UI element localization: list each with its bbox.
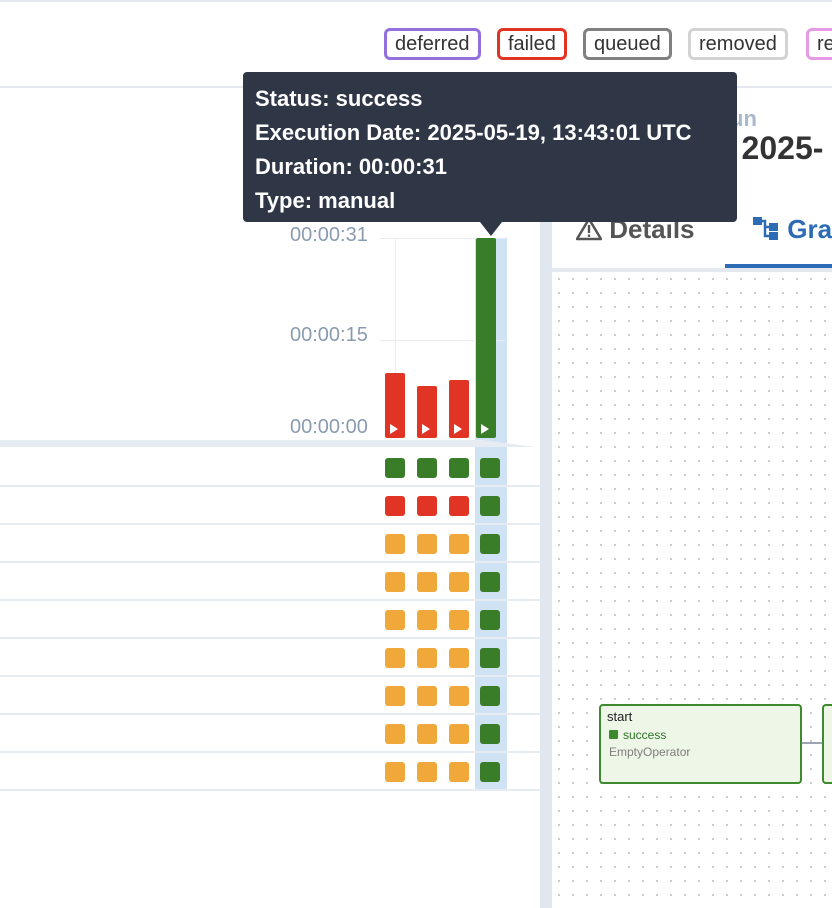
- graph-node-start[interactable]: start success EmptyOperator: [599, 704, 802, 784]
- task-instance-square[interactable]: [449, 610, 469, 630]
- legend-queued[interactable]: queued: [583, 28, 672, 60]
- task-instance-square[interactable]: [417, 572, 437, 592]
- task-row-divider: [0, 713, 540, 715]
- task-instance-square[interactable]: [417, 762, 437, 782]
- axis-label-mid: 00:00:15: [290, 324, 368, 346]
- task-instance-square[interactable]: [417, 496, 437, 516]
- task-instance-square[interactable]: [385, 496, 405, 516]
- axis-label-bottom: 00:00:00: [290, 416, 368, 438]
- legend-failed[interactable]: failed: [497, 28, 567, 60]
- run-bar-3[interactable]: [449, 380, 469, 438]
- task-instance-square[interactable]: [449, 762, 469, 782]
- task-row-divider: [0, 637, 540, 639]
- tooltip-type: Type: manual: [255, 188, 396, 213]
- task-row-divider: [0, 789, 540, 791]
- task-instance-square[interactable]: [385, 648, 405, 668]
- task-instance-square[interactable]: [417, 724, 437, 744]
- node-operator: EmptyOperator: [609, 745, 691, 759]
- task-instance-square[interactable]: [417, 686, 437, 706]
- task-instance-square[interactable]: [385, 762, 405, 782]
- task-instance-square[interactable]: [417, 534, 437, 554]
- task-instance-square[interactable]: [449, 572, 469, 592]
- tooltip-arrow: [480, 222, 502, 236]
- task-instance-square[interactable]: [385, 724, 405, 744]
- graph-edge: [802, 742, 824, 744]
- task-instance-square[interactable]: [449, 686, 469, 706]
- task-instance-square[interactable]: [417, 458, 437, 478]
- graph-node-next[interactable]: [822, 704, 832, 784]
- task-instance-square[interactable]: [385, 534, 405, 554]
- task-instance-square[interactable]: [417, 610, 437, 630]
- task-row-divider: [0, 599, 540, 601]
- task-row-divider: [0, 485, 540, 487]
- task-instance-square[interactable]: [385, 610, 405, 630]
- task-instance-square[interactable]: [449, 496, 469, 516]
- task-instance-square[interactable]: [385, 686, 405, 706]
- node-state-indicator: [609, 730, 618, 739]
- task-instance-square[interactable]: [480, 572, 500, 592]
- task-instance-square[interactable]: [385, 572, 405, 592]
- play-icon: [422, 424, 430, 434]
- graph-icon: [753, 217, 778, 240]
- run-bar-1[interactable]: [385, 373, 405, 438]
- task-instance-square[interactable]: [480, 458, 500, 478]
- legend-re[interactable]: re: [806, 28, 832, 60]
- task-row-divider: [0, 561, 540, 563]
- task-instance-square[interactable]: [417, 648, 437, 668]
- play-icon: [481, 424, 489, 434]
- task-instance-square[interactable]: [449, 648, 469, 668]
- graph-canvas[interactable]: start success EmptyOperator: [552, 272, 832, 908]
- task-instance-square[interactable]: [480, 648, 500, 668]
- task-instance-square[interactable]: [480, 686, 500, 706]
- axis-label-top: 00:00:31: [290, 224, 368, 246]
- tab-graph[interactable]: Gra: [752, 214, 832, 266]
- task-row-divider: [0, 751, 540, 753]
- run-bar-4[interactable]: [476, 238, 496, 438]
- tab-graph-label: Gra: [787, 214, 832, 244]
- tooltip-status: Status: success: [255, 86, 423, 111]
- task-instance-square[interactable]: [449, 534, 469, 554]
- task-instance-square[interactable]: [480, 762, 500, 782]
- tooltip-duration: Duration: 00:00:31: [255, 154, 447, 179]
- task-instance-square[interactable]: [385, 458, 405, 478]
- legend-removed[interactable]: removed: [688, 28, 788, 60]
- task-instance-square[interactable]: [480, 610, 500, 630]
- task-instance-square[interactable]: [449, 458, 469, 478]
- run-date-title: - 2025-: [722, 130, 824, 166]
- run-tooltip: Status: success Execution Date: 2025-05-…: [243, 72, 737, 222]
- play-icon: [390, 424, 398, 434]
- tooltip-execution-date: Execution Date: 2025-05-19, 13:43:01 UTC: [255, 120, 692, 145]
- task-instance-square[interactable]: [449, 724, 469, 744]
- play-icon: [454, 424, 462, 434]
- task-row-divider: [0, 675, 540, 677]
- task-row-divider: [0, 523, 540, 525]
- task-instance-square[interactable]: [480, 724, 500, 744]
- legend-deferred[interactable]: deferred: [384, 28, 481, 60]
- task-instance-square[interactable]: [480, 496, 500, 516]
- node-title: start: [607, 709, 633, 724]
- chart-baseline: [0, 440, 536, 447]
- run-bar-2[interactable]: [417, 386, 437, 438]
- node-state: success: [623, 728, 667, 742]
- task-instance-square[interactable]: [480, 534, 500, 554]
- airflow-grid-view: deferred failed queued removed re 00:00:…: [0, 0, 832, 908]
